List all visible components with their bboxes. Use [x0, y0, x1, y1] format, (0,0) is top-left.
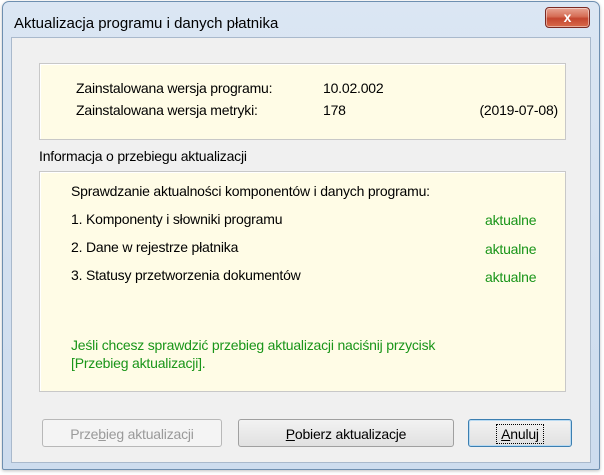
- metric-version-date: (2019-07-08): [479, 102, 558, 118]
- title-bar[interactable]: Aktualizacja programu i danych płatnika …: [3, 2, 599, 38]
- version-info-panel: Zainstalowana wersja programu: 10.02.002…: [39, 63, 566, 140]
- checking-text: Sprawdzanie aktualności komponentów i da…: [71, 183, 430, 199]
- list-item-label: 3. Statusy przetworzenia dokumentów: [71, 267, 301, 283]
- cancel-button[interactable]: Anuluj: [468, 419, 572, 447]
- window-title: Aktualizacja programu i danych płatnika: [14, 15, 279, 32]
- section-title: Informacja o przebiegu aktualizacji: [39, 148, 247, 164]
- progress-button[interactable]: Przebieg aktualizacji: [42, 419, 222, 447]
- status-badge: aktualne: [485, 269, 537, 285]
- close-icon: x: [563, 9, 572, 25]
- dialog-content: Zainstalowana wersja programu: 10.02.002…: [11, 37, 591, 463]
- download-updates-button[interactable]: Pobierz aktualizacje: [238, 419, 454, 447]
- dialog-window: Aktualizacja programu i danych płatnika …: [2, 1, 600, 470]
- list-item-label: 1. Komponenty i słowniki programu: [71, 211, 283, 227]
- list-item-label: 2. Dane w rejestrze płatnika: [71, 239, 239, 255]
- close-button[interactable]: x: [545, 7, 590, 28]
- hint-text-line1: Jeśli chcesz sprawdzić przebieg aktualiz…: [71, 337, 436, 353]
- status-badge: aktualne: [485, 212, 537, 228]
- metric-version-label: Zainstalowana wersja metryki:: [76, 102, 258, 118]
- status-badge: aktualne: [485, 241, 537, 257]
- hint-text-line2: [Przebieg aktualizacji].: [71, 355, 206, 371]
- metric-version-value: 178: [323, 102, 346, 118]
- program-version-value: 10.02.002: [323, 80, 384, 96]
- focus-rect: Anuluj: [496, 424, 544, 444]
- update-info-panel: Sprawdzanie aktualności komponentów i da…: [39, 171, 566, 392]
- program-version-label: Zainstalowana wersja programu:: [76, 80, 273, 96]
